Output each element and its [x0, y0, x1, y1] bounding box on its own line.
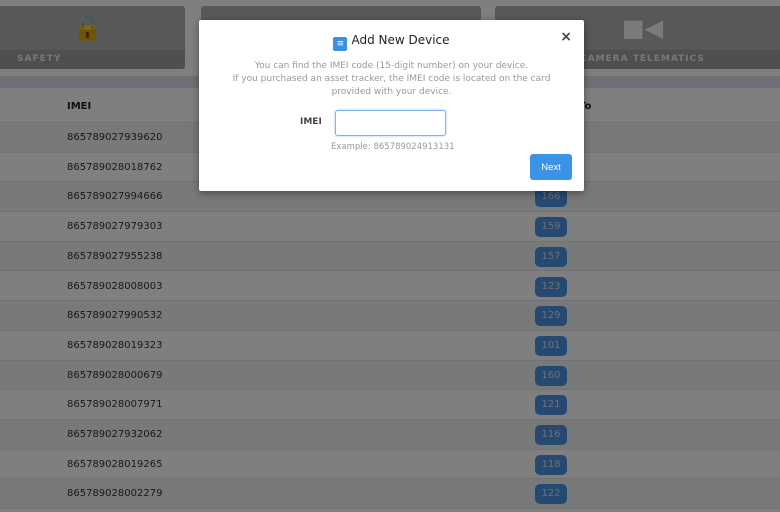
modal-title-text: Add New Device — [351, 33, 450, 47]
modal-description: You can find the IMEI code (15-digit num… — [219, 60, 564, 99]
imei-label: IMEI — [300, 117, 322, 127]
desc-line: You can find the IMEI code (15-digit num… — [254, 61, 529, 71]
list-icon: ≡ — [333, 37, 348, 51]
next-button[interactable]: Next — [530, 154, 572, 180]
close-icon[interactable]: × — [560, 29, 572, 45]
desc-line: If you purchased an asset tracker, the I… — [232, 74, 551, 97]
add-device-modal: ≡ Add New Device × You can find the IMEI … — [199, 20, 584, 191]
imei-input[interactable] — [335, 110, 446, 136]
modal-title: ≡ Add New Device — [199, 33, 584, 51]
imei-example: Example: 865789024913131 — [331, 142, 455, 152]
